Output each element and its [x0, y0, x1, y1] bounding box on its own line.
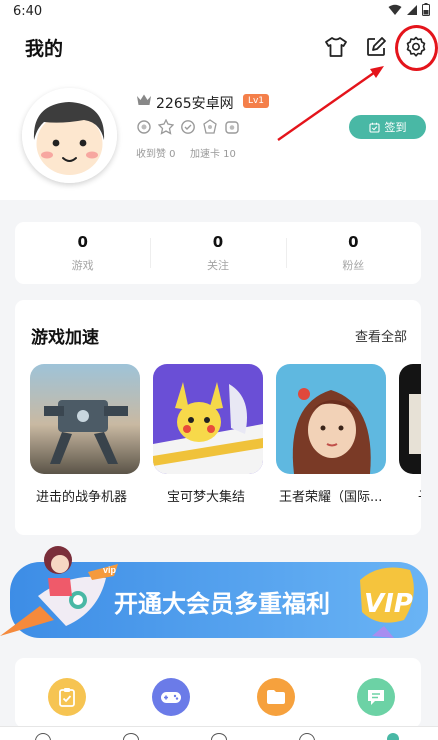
stat-value: 0 [77, 233, 88, 251]
folder-icon[interactable] [257, 678, 295, 716]
nav-community-icon[interactable] [211, 733, 227, 740]
game-name: 进击的战争机器 [36, 490, 128, 505]
edit-icon[interactable] [362, 33, 390, 61]
annotation-circle [395, 25, 438, 71]
game-name: 王者荣耀（国际... [279, 490, 383, 505]
vip-banner-text: 开通大会员多重福利 [114, 590, 330, 618]
level-badge: Lv1 [243, 94, 269, 108]
game-thumb-war-robots[interactable] [30, 364, 140, 474]
stat-value: 0 [212, 233, 224, 251]
vip-logo: VIP [364, 589, 413, 619]
stat-label: 关注 [206, 259, 229, 272]
crown-icon [137, 94, 151, 105]
stat-games[interactable]: 0 游戏 [15, 222, 150, 284]
chat-icon[interactable] [357, 678, 395, 716]
tshirt-icon[interactable] [322, 33, 350, 61]
medal-icon [158, 119, 174, 135]
status-icons [388, 3, 430, 16]
view-all-link[interactable]: 查看全部 [355, 326, 407, 345]
medal-icon [203, 119, 217, 134]
username: 2265安卓网 [156, 96, 234, 112]
game-thumb-partial[interactable] [399, 364, 421, 474]
game-acceleration-card: 游戏加速 查看全部 进击的战争机器 宝可梦大集结 王者荣耀（国际... [15, 300, 421, 535]
wifi-icon [388, 4, 402, 15]
checkin-button[interactable]: 签到 [349, 115, 426, 139]
gamepad-icon[interactable] [152, 678, 190, 716]
game-thumb-pokemon-unite[interactable] [153, 364, 263, 474]
game-thumb-honor-of-kings[interactable] [276, 364, 386, 474]
vip-tag: vip [103, 565, 117, 575]
stat-fans[interactable]: 0 粉丝 [285, 222, 421, 284]
boost-cards: 加速卡 10 [190, 149, 236, 160]
stats-card: 0 游戏 0 关注 0 粉丝 [15, 222, 421, 284]
stat-following[interactable]: 0 关注 [150, 222, 285, 284]
nav-profile-icon[interactable] [387, 733, 399, 740]
received-likes: 收到赞 0 [136, 149, 176, 160]
medal-icon [225, 121, 239, 134]
game-name: 子 [418, 486, 421, 505]
medal-icon [137, 120, 151, 134]
stat-label: 游戏 [71, 259, 94, 272]
game-name: 宝可梦大集结 [167, 490, 246, 505]
section-title: 游戏加速 [31, 328, 99, 348]
clipboard-icon[interactable] [48, 678, 86, 716]
medal-row [136, 119, 240, 135]
page-title: 我的 [25, 38, 64, 60]
signal-icon [407, 4, 417, 15]
status-time: 6:40 [13, 4, 43, 19]
nav-discover-icon[interactable] [123, 733, 139, 740]
calendar-check-icon [368, 122, 380, 133]
battery-icon [422, 3, 430, 16]
stat-label: 粉丝 [342, 259, 365, 272]
stat-value: 0 [348, 233, 359, 251]
checkin-label: 签到 [384, 121, 407, 134]
medal-icon [181, 120, 195, 134]
vip-banner[interactable]: vip 开通大会员多重福利 VIP [0, 540, 438, 650]
avatar[interactable] [22, 88, 117, 183]
